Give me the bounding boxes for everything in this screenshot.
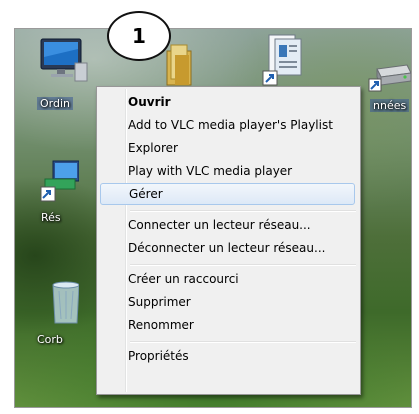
drive-desktop-icon[interactable]: nnées [367,55,411,115]
folder-icon [166,44,192,86]
menu-item-renommer[interactable]: Renommer [100,314,355,336]
folder-desktop-icon[interactable] [165,41,195,91]
menu-separator [130,210,356,212]
computer-desktop-icon[interactable]: Ordin [35,35,93,113]
menu-item-creer-raccourci[interactable]: Créer un raccourci [100,268,355,290]
menu-separator [130,341,356,343]
menu-item-deconnecter-lecteur-reseau[interactable]: Déconnecter un lecteur réseau... [100,237,355,259]
network-icon-label: Rés [41,211,61,224]
menu-item-connecter-lecteur-reseau[interactable]: Connecter un lecteur réseau... [100,214,355,236]
context-menu: Ouvrir Add to VLC media player's Playlis… [96,86,361,395]
menu-item-gerer[interactable]: Gérer [100,183,355,205]
network-icon [40,160,80,202]
recycle-bin-icon [52,281,80,324]
drive-icon-label: nnées [370,99,410,112]
step-number-badge: 1 [107,11,171,61]
document-shortcut-desktop-icon[interactable] [261,33,307,89]
computer-icon [40,38,88,82]
desktop-screenshot: Ordin nnées Rés Corb Ouvrir Add to VLC m… [14,28,412,408]
menu-item-play-with-vlc[interactable]: Play with VLC media player [100,160,355,182]
menu-separator [130,264,356,266]
menu-item-add-to-vlc-playlist[interactable]: Add to VLC media player's Playlist [100,114,355,136]
computer-icon-label: Ordin [37,97,73,110]
menu-item-proprietes[interactable]: Propriétés [100,345,355,367]
menu-item-explorer[interactable]: Explorer [100,137,355,159]
menu-item-ouvrir[interactable]: Ouvrir [100,91,355,113]
recycle-bin-icon-label: Corb [37,333,63,346]
document-shortcut-icon [262,34,302,86]
drive-icon [368,64,411,92]
network-desktop-icon[interactable]: Rés [39,159,80,229]
recycle-bin-desktop-icon[interactable]: Corb [37,277,80,347]
menu-item-supprimer[interactable]: Supprimer [100,291,355,313]
